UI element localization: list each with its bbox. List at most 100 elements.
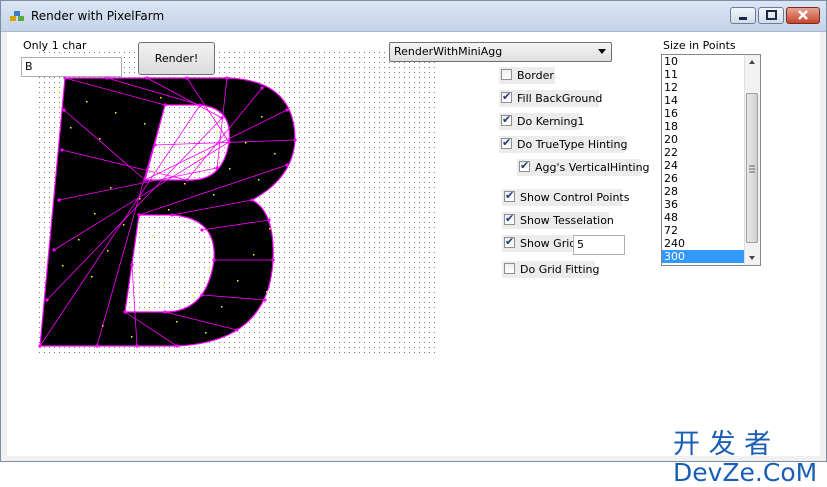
control-point xyxy=(163,103,167,107)
control-point xyxy=(143,178,147,182)
checkbox-label: Show Tesselation xyxy=(520,214,614,227)
sample-point xyxy=(205,332,207,334)
checkbox-box[interactable]: ✔ xyxy=(519,159,530,172)
vertical-hinting-checkbox[interactable]: ✔ Agg's VerticalHinting xyxy=(517,159,650,176)
sample-point xyxy=(70,127,72,129)
renderer-select-value: RenderWithMiniAgg xyxy=(394,45,503,58)
title-bar[interactable]: Render with PixelFarm xyxy=(1,1,826,32)
control-point xyxy=(45,298,49,302)
checkbox-box[interactable]: ✔ xyxy=(504,212,515,225)
checkbox-box[interactable] xyxy=(504,263,515,274)
control-point xyxy=(212,258,216,262)
render-button[interactable]: Render! xyxy=(138,42,215,75)
checkbox-box[interactable]: ✔ xyxy=(504,235,515,248)
watermark-chinese: 开 发 者 xyxy=(673,429,771,460)
scroll-up-icon[interactable] xyxy=(749,60,755,64)
control-point xyxy=(227,140,231,144)
checkbox-label: Do TrueType Hinting xyxy=(517,138,628,151)
control-point xyxy=(198,103,202,107)
kerning-checkbox[interactable]: ✔ Do Kerning1 xyxy=(499,113,584,130)
control-point xyxy=(260,86,264,90)
app-icon xyxy=(10,11,24,21)
maximize-icon xyxy=(766,10,777,20)
fill-background-checkbox[interactable]: ✔ Fill BackGround xyxy=(499,90,603,107)
watermark-latin: DevZe.CoM xyxy=(673,458,817,487)
sample-point xyxy=(102,325,104,327)
sample-point xyxy=(91,276,93,278)
renderer-select[interactable]: RenderWithMiniAgg xyxy=(389,42,612,62)
control-point xyxy=(235,328,239,332)
control-point xyxy=(220,116,224,120)
checkbox-box[interactable]: ✔ xyxy=(501,90,512,103)
scroll-down-icon[interactable] xyxy=(749,256,755,260)
checkbox-label: Do Grid Fitting xyxy=(520,263,600,276)
sample-point xyxy=(213,194,215,196)
sample-point xyxy=(115,112,117,114)
char-input[interactable]: B xyxy=(21,57,122,77)
vertical-scrollbar[interactable] xyxy=(744,55,760,265)
control-point xyxy=(170,213,174,217)
sample-point xyxy=(163,284,165,286)
checkbox-label: Agg's VerticalHinting xyxy=(535,161,650,174)
sample-point xyxy=(200,157,202,159)
sample-point xyxy=(253,254,255,256)
checkbox-box[interactable] xyxy=(501,69,512,80)
minimize-button[interactable] xyxy=(730,7,756,24)
control-point xyxy=(135,344,139,348)
grid-size-input[interactable]: 5 xyxy=(573,235,625,255)
char-input-label: Only 1 char xyxy=(23,39,87,52)
control-point xyxy=(57,198,61,202)
control-point xyxy=(52,248,56,252)
sample-point xyxy=(86,101,88,103)
border-checkbox[interactable]: Border xyxy=(499,67,555,84)
sample-point xyxy=(192,295,194,297)
sample-point xyxy=(261,116,263,118)
sample-point xyxy=(152,235,154,237)
checkbox-label: Fill BackGround xyxy=(517,92,603,105)
grip-icon xyxy=(749,165,755,173)
sample-point xyxy=(62,265,64,267)
control-point xyxy=(163,310,167,314)
control-point xyxy=(123,310,127,314)
checkbox-box[interactable]: ✔ xyxy=(501,113,512,126)
control-point xyxy=(95,344,99,348)
control-point xyxy=(263,298,267,302)
close-button[interactable] xyxy=(786,7,820,24)
sample-point xyxy=(147,310,149,312)
sample-point xyxy=(245,142,247,144)
sample-point xyxy=(57,90,59,92)
sample-point xyxy=(274,153,276,155)
checkbox-box[interactable]: ✔ xyxy=(501,136,512,149)
checkbox-label: Show Control Points xyxy=(520,191,630,204)
checkbox-label: Show Grid xyxy=(520,237,577,250)
window-title: Render with PixelFarm xyxy=(31,9,165,23)
sample-point xyxy=(78,239,80,241)
control-points-checkbox[interactable]: ✔ Show Control Points xyxy=(502,189,629,206)
scroll-thumb[interactable] xyxy=(746,93,758,243)
sample-point xyxy=(216,131,218,133)
truetype-hinting-checkbox[interactable]: ✔ Do TrueType Hinting xyxy=(499,136,628,153)
sample-point xyxy=(155,172,157,174)
chevron-down-icon xyxy=(598,49,606,54)
sample-point xyxy=(94,213,96,215)
checkbox-box[interactable]: ✔ xyxy=(504,189,515,202)
control-point xyxy=(185,76,189,80)
sample-point xyxy=(139,198,141,200)
size-listbox[interactable]: 10 11 12 14 16 18 20 22 24 26 28 36 48 72 240 300 xyxy=(661,54,761,266)
tesselation-checkbox[interactable]: ✔ Show Tesselation xyxy=(502,212,614,229)
render-canvas xyxy=(37,50,437,353)
sample-point xyxy=(123,224,125,226)
size-list-label: Size in Points xyxy=(663,39,736,52)
control-point xyxy=(137,213,141,217)
glyph-fill xyxy=(39,77,296,347)
maximize-button[interactable] xyxy=(758,7,784,24)
grid-fitting-checkbox[interactable]: Do Grid Fitting xyxy=(502,261,600,278)
control-point xyxy=(185,178,189,182)
sample-point xyxy=(221,306,223,308)
sample-point xyxy=(176,321,178,323)
show-grid-checkbox[interactable]: ✔ Show Grid xyxy=(502,235,576,252)
check-icon: ✔ xyxy=(502,136,512,149)
control-point xyxy=(271,258,275,262)
control-point xyxy=(200,293,204,297)
control-point xyxy=(130,263,134,267)
